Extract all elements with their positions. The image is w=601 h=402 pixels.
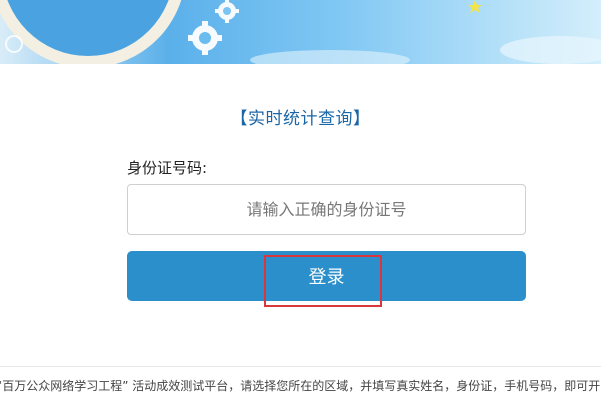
page-title: 【实时统计查询】 (230, 109, 371, 129)
cloud (250, 50, 410, 64)
banner-illustration (0, 0, 601, 64)
footer-divider (0, 366, 601, 367)
star-icon (468, 0, 482, 13)
decorative-circle-icon (5, 35, 23, 53)
gear-icon (215, 0, 239, 23)
login-button[interactable]: 登录 (127, 251, 526, 301)
cloud (500, 36, 601, 64)
banner-disc-inner (7, 0, 169, 56)
gear-icon (188, 21, 222, 55)
id-number-label: 身份证号码: (127, 159, 208, 177)
footer-text: “百万公众网络学习工程” 活动成效测试平台，请选择您所在的区域，并填写真实姓名，… (0, 379, 601, 393)
header-banner (0, 0, 601, 64)
id-number-input[interactable] (127, 184, 526, 235)
